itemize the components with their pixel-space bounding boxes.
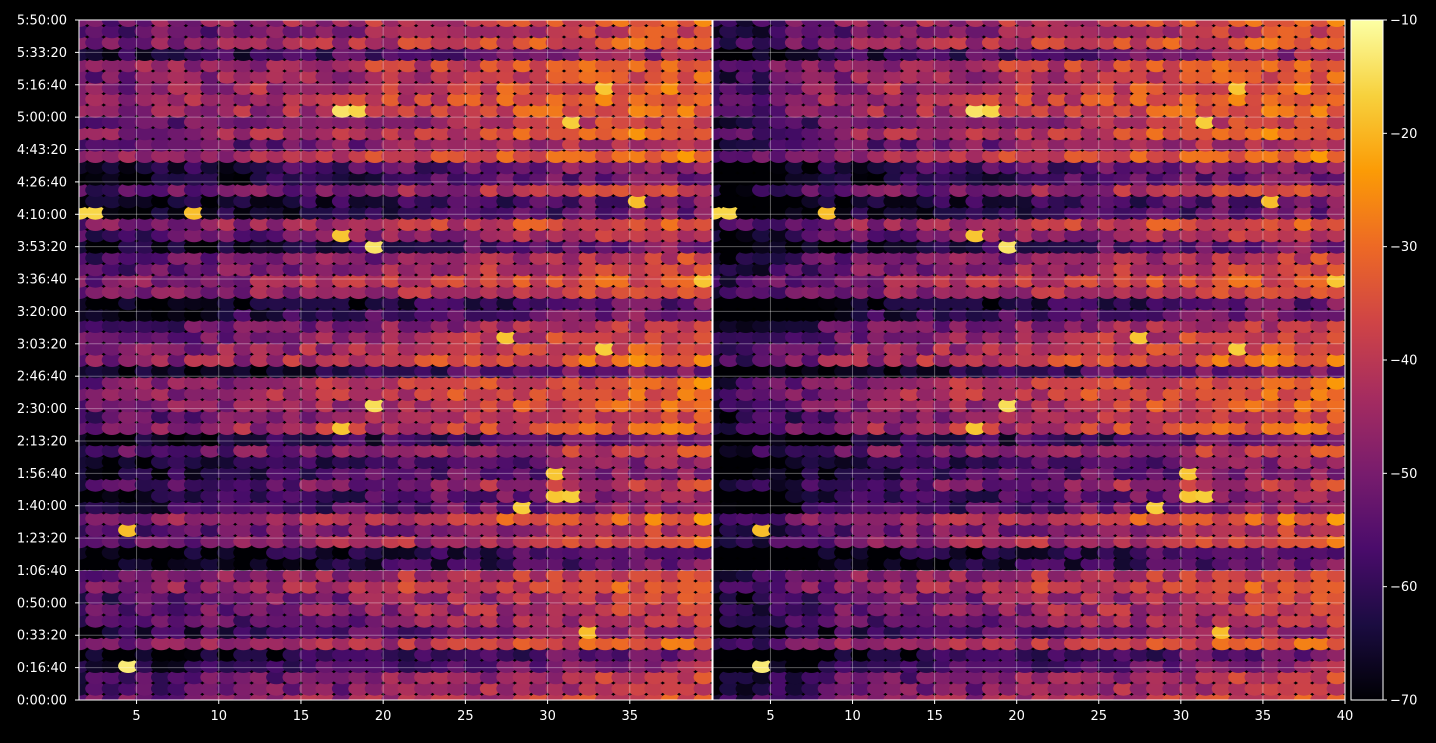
colorbar-tick-label: −70 (1390, 694, 1417, 709)
y-tick-label: 1:40:00 (17, 499, 67, 514)
x-tick-label: 20 (1008, 709, 1025, 724)
colorbar-tick-label: −10 (1390, 14, 1417, 29)
heatmap-panel-left (79, 20, 712, 700)
y-tick-label: 3:36:40 (17, 273, 67, 288)
y-tick-label: 5:16:40 (17, 78, 67, 93)
x-tick-label: 25 (457, 709, 474, 724)
y-tick-label: 0:33:20 (17, 629, 67, 644)
y-tick-label: 2:30:00 (17, 402, 67, 417)
x-tick-label: 35 (1255, 709, 1272, 724)
figure: 0:00:00 0:16:40 0:33:20 0:50:00 1:06:40 1:23:… (0, 0, 1436, 739)
x-tick-label: 35 (622, 709, 639, 724)
y-tick-label: 5:33:20 (17, 46, 67, 61)
x-tick-label: 15 (293, 709, 310, 724)
y-tick-label: 1:23:20 (17, 532, 67, 547)
y-tick-label: 5:00:00 (17, 111, 67, 126)
x-tick-label: 5 (766, 709, 774, 724)
y-tick-label: 4:43:20 (17, 143, 67, 158)
colorbar-tick-label: −40 (1390, 354, 1417, 369)
x-tick-label: 15 (926, 709, 943, 724)
y-tick-label: 2:46:40 (17, 370, 67, 385)
y-tick-label: 0:00:00 (17, 694, 67, 709)
y-tick-label: 1:56:40 (17, 467, 67, 482)
x-tick-label: 10 (210, 709, 227, 724)
x-tick-label: 25 (1090, 709, 1107, 724)
colorbar (1350, 19, 1384, 701)
colorbar-tick-label: −30 (1390, 240, 1417, 255)
x-tick-label: 30 (1173, 709, 1190, 724)
x-tick-label: 40 (1337, 709, 1354, 724)
x-tick-label: 30 (539, 709, 556, 724)
x-tick-label: 5 (132, 709, 140, 724)
colorbar-tick-label: −60 (1390, 580, 1417, 595)
colorbar-tick-label: −20 (1390, 127, 1417, 142)
chart-figure: 0:00:00 0:16:40 0:33:20 0:50:00 1:06:40 1:23:… (0, 0, 1436, 739)
x-tick-label: 10 (844, 709, 861, 724)
y-tick-label: 0:16:40 (17, 661, 67, 676)
y-tick-label: 3:20:00 (17, 305, 67, 320)
y-tick-label: 3:53:20 (17, 240, 67, 255)
heatmap-panel-right (713, 20, 1345, 700)
y-tick-label: 1:06:40 (17, 564, 67, 579)
y-tick-label: 5:50:00 (17, 14, 67, 29)
y-tick-label: 0:50:00 (17, 596, 67, 611)
y-tick-label: 2:13:20 (17, 434, 67, 449)
y-tick-label: 3:03:20 (17, 337, 67, 352)
colorbar-tick-label: −50 (1390, 467, 1417, 482)
y-tick-label: 4:26:40 (17, 175, 67, 190)
x-tick-label: 20 (375, 709, 392, 724)
y-tick-label: 4:10:00 (17, 208, 67, 223)
